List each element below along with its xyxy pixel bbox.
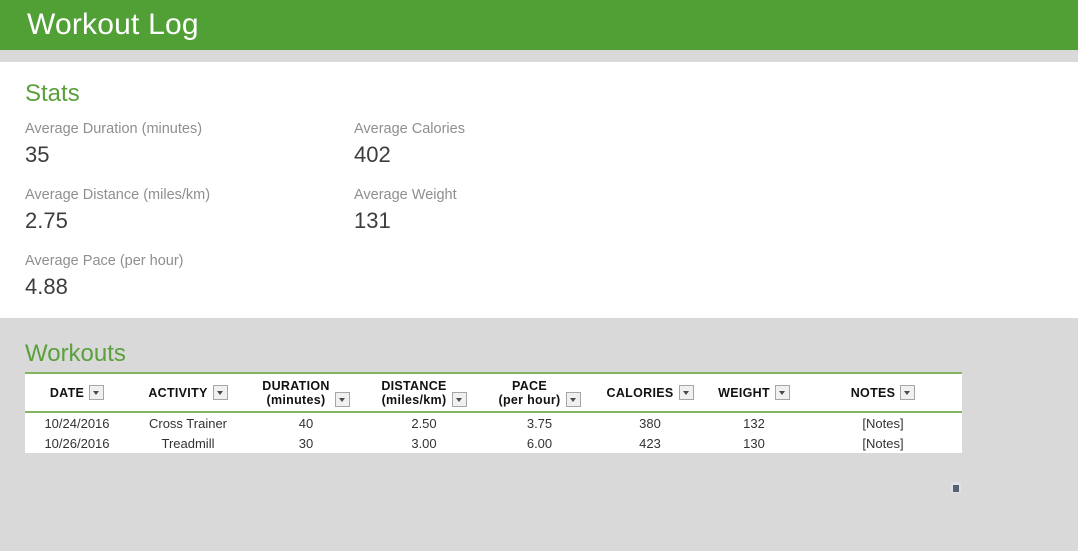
stat-value: 4.88 (25, 274, 68, 299)
table-row[interactable]: 10/24/2016 Cross Trainer 40 2.50 3.75 38… (25, 412, 962, 433)
workouts-table-body: 10/24/2016 Cross Trainer 40 2.50 3.75 38… (25, 412, 962, 453)
cell-pace: 6.00 (483, 433, 596, 453)
column-header-sublabel: (minutes) (266, 392, 326, 407)
column-header-duration: DURATION (minutes) (247, 372, 365, 413)
column-header-weight: WEIGHT (704, 372, 804, 413)
column-header-label: DURATION (262, 378, 330, 393)
stat-average-duration: Average Duration (minutes) 35 (25, 120, 202, 169)
filter-dropdown-distance[interactable] (451, 391, 467, 407)
column-header-distance: DISTANCE (miles/km) (365, 372, 483, 413)
stat-value: 131 (354, 208, 391, 233)
table-row[interactable]: 10/26/2016 Treadmill 30 3.00 6.00 423 13… (25, 433, 962, 453)
cell-notes[interactable]: [Notes] (804, 412, 962, 433)
header-row: DATE ACTIVITY DURATION (minutes) DISTANC… (25, 372, 962, 413)
app-header: Workout Log (0, 0, 1078, 50)
stat-average-distance: Average Distance (miles/km) 2.75 (25, 186, 210, 235)
cursor-artifact (951, 482, 961, 493)
stat-average-pace: Average Pace (per hour) 4.88 (25, 252, 184, 301)
stats-panel: Stats Average Duration (minutes) 35 Aver… (0, 62, 1078, 318)
column-header-pace: PACE (per hour) (483, 372, 596, 413)
cell-distance: 3.00 (365, 433, 483, 453)
column-header-label: DISTANCE (381, 378, 447, 393)
cell-activity: Cross Trainer (129, 412, 247, 433)
column-header-label: NOTES (850, 385, 896, 400)
workouts-table-header: DATE ACTIVITY DURATION (minutes) DISTANC… (25, 372, 962, 413)
column-header-label: WEIGHT (718, 385, 770, 400)
stat-label: Average Distance (miles/km) (25, 187, 211, 203)
cell-notes[interactable]: [Notes] (804, 433, 962, 453)
filter-dropdown-weight[interactable] (774, 385, 790, 400)
filter-dropdown-activity[interactable] (212, 385, 228, 400)
stat-value: 2.75 (25, 208, 68, 233)
workouts-section: Workouts DATE ACTIVITY DURATION (minutes… (0, 318, 1078, 551)
cell-date: 10/24/2016 (25, 412, 129, 433)
workouts-table-wrapper: DATE ACTIVITY DURATION (minutes) DISTANC… (25, 372, 962, 453)
cursor-glyph (953, 485, 959, 492)
column-header-sublabel: (miles/km) (381, 392, 447, 407)
filter-dropdown-date[interactable] (89, 385, 105, 400)
stat-label: Average Weight (354, 187, 457, 203)
filter-dropdown-pace[interactable] (565, 391, 581, 407)
column-header-activity: ACTIVITY (129, 372, 247, 413)
stat-label: Average Calories (354, 121, 465, 137)
column-header-sublabel: (per hour) (498, 392, 561, 407)
stat-value: 402 (354, 142, 391, 167)
column-header-label: ACTIVITY (148, 385, 208, 400)
workouts-section-title: Workouts (25, 340, 126, 367)
cell-duration: 40 (247, 412, 365, 433)
stats-section-title: Stats (25, 80, 80, 107)
stat-value: 35 (25, 142, 50, 167)
stat-label: Average Pace (per hour) (25, 253, 184, 269)
column-header-calories: CALORIES (596, 372, 704, 413)
filter-dropdown-calories[interactable] (678, 385, 694, 400)
stat-average-weight: Average Weight 131 (354, 186, 457, 235)
cell-duration: 30 (247, 433, 365, 453)
column-header-label: DATE (49, 385, 85, 400)
cell-activity: Treadmill (129, 433, 247, 453)
stat-average-calories: Average Calories 402 (354, 120, 465, 169)
filter-dropdown-duration[interactable] (334, 391, 350, 407)
filter-dropdown-notes[interactable] (900, 385, 916, 400)
cell-calories: 423 (596, 433, 704, 453)
stat-label: Average Duration (minutes) (25, 121, 203, 137)
cell-date: 10/26/2016 (25, 433, 129, 453)
cell-weight: 132 (704, 412, 804, 433)
column-header-notes: NOTES (804, 372, 962, 413)
column-header-label: PACE (511, 378, 547, 393)
cell-weight: 130 (704, 433, 804, 453)
cell-calories: 380 (596, 412, 704, 433)
page-title: Workout Log (27, 8, 199, 41)
column-header-date: DATE (25, 372, 129, 413)
cell-distance: 2.50 (365, 412, 483, 433)
cell-pace: 3.75 (483, 412, 596, 433)
workouts-table: DATE ACTIVITY DURATION (minutes) DISTANC… (25, 372, 962, 453)
column-header-label: CALORIES (606, 385, 674, 400)
